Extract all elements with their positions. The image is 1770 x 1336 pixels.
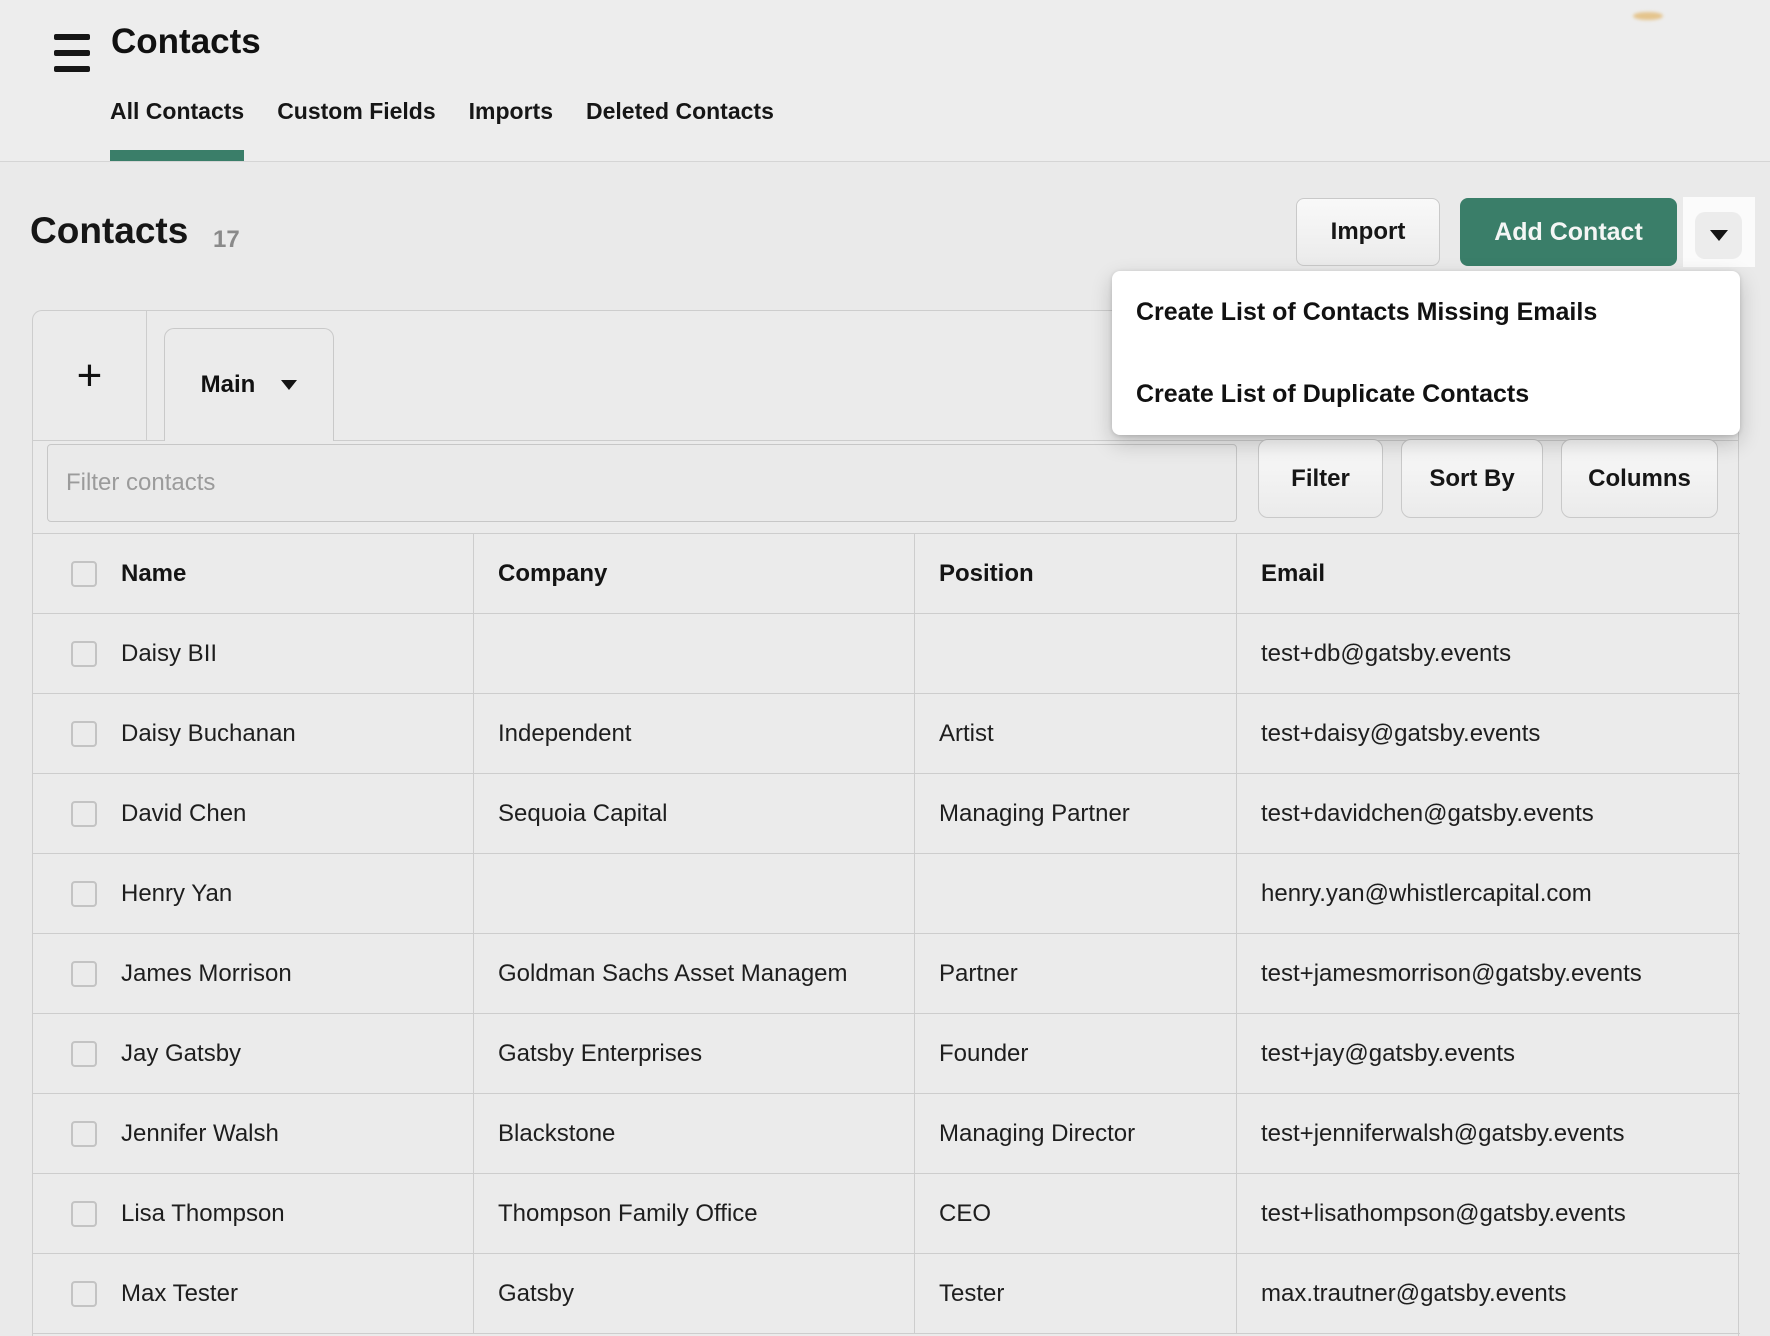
row-checkbox[interactable] (71, 721, 97, 747)
contacts-table: Name Company Position Email Daisy BII tes… (33, 533, 1740, 1334)
contact-count-badge: 17 (213, 226, 240, 254)
row-checkbox[interactable] (71, 1281, 97, 1307)
columns-button[interactable]: Columns (1561, 439, 1718, 518)
contact-name: David Chen (121, 800, 246, 828)
contact-position: Managing Director (939, 1120, 1135, 1148)
contact-email: test+db@gatsby.events (1261, 640, 1511, 668)
filter-button[interactable]: Filter (1258, 439, 1383, 518)
decorative-smudge (1633, 12, 1663, 20)
add-contact-dropdown-menu: Create List of Contacts Missing Emails C… (1112, 271, 1740, 435)
contact-company: Sequoia Capital (498, 800, 667, 828)
contact-email: test+daisy@gatsby.events (1261, 720, 1540, 748)
plus-icon: + (77, 354, 103, 398)
contact-position: Artist (939, 720, 994, 748)
row-checkbox[interactable] (71, 961, 97, 987)
table-row[interactable]: David Chen Sequoia Capital Managing Partne… (33, 774, 1740, 854)
contact-company: Thompson Family Office (498, 1200, 758, 1228)
select-all-checkbox[interactable] (71, 561, 97, 587)
contact-name: Daisy Buchanan (121, 720, 296, 748)
contact-email: test+jay@gatsby.events (1261, 1040, 1515, 1068)
table-header-row: Name Company Position Email (33, 534, 1740, 614)
row-checkbox[interactable] (71, 1041, 97, 1067)
topbar-tabs: All Contacts Custom Fields Imports Delet… (110, 0, 774, 161)
table-row[interactable]: Jay Gatsby Gatsby Enterprises Founder test+… (33, 1014, 1740, 1094)
contact-company: Blackstone (498, 1120, 615, 1148)
table-row[interactable]: Henry Yan henry.yan@whistlercapital.com (33, 854, 1740, 934)
column-header-position: Position (939, 560, 1034, 588)
add-list-tab-button[interactable]: + (33, 311, 147, 440)
add-contact-dropdown-button[interactable] (1695, 212, 1742, 259)
row-checkbox[interactable] (71, 801, 97, 827)
contact-name: Lisa Thompson (121, 1200, 285, 1228)
chevron-down-icon (1710, 230, 1728, 241)
contact-company: Goldman Sachs Asset Managem (498, 960, 848, 988)
table-body: Daisy BII test+db@gatsby.events Daisy Buch… (33, 614, 1740, 1334)
add-contact-button[interactable]: Add Contact (1460, 198, 1677, 266)
contact-email: test+davidchen@gatsby.events (1261, 800, 1594, 828)
contact-company: Independent (498, 720, 631, 748)
contact-email: test+jenniferwalsh@gatsby.events (1261, 1120, 1624, 1148)
table-row[interactable]: Daisy Buchanan Independent Artist test+dais… (33, 694, 1740, 774)
contact-name: Daisy BII (121, 640, 217, 668)
contact-position: Partner (939, 960, 1018, 988)
contact-email: test+lisathompson@gatsby.events (1261, 1200, 1626, 1228)
add-contact-split-anchor (1683, 197, 1755, 267)
contact-position: Tester (939, 1280, 1004, 1308)
contact-name: Jay Gatsby (121, 1040, 241, 1068)
table-row[interactable]: Max Tester Gatsby Tester max.trautner@gatsb… (33, 1254, 1740, 1334)
tab-all-contacts[interactable]: All Contacts (110, 98, 244, 161)
list-tab-main[interactable]: Main (164, 328, 334, 441)
contacts-page: Contacts All Contacts Custom Fields Impo… (0, 0, 1770, 1336)
page-title: Contacts (30, 210, 188, 252)
contact-position: Managing Partner (939, 800, 1130, 828)
table-row[interactable]: Jennifer Walsh Blackstone Managing Directo… (33, 1094, 1740, 1174)
column-header-company: Company (498, 560, 607, 588)
contact-name: James Morrison (121, 960, 292, 988)
contact-email: test+jamesmorrison@gatsby.events (1261, 960, 1642, 988)
table-toolbar: Filter Sort By Columns (33, 441, 1738, 533)
sort-by-button[interactable]: Sort By (1401, 439, 1543, 518)
row-checkbox[interactable] (71, 881, 97, 907)
tab-custom-fields[interactable]: Custom Fields (277, 98, 435, 161)
table-row[interactable]: James Morrison Goldman Sachs Asset Manage… (33, 934, 1740, 1014)
filter-contacts-input[interactable] (47, 444, 1237, 522)
table-row[interactable]: Lisa Thompson Thompson Family Office CEO te… (33, 1174, 1740, 1254)
list-tab-label: Main (201, 371, 256, 399)
row-checkbox[interactable] (71, 1121, 97, 1147)
contacts-panel: + Main Filter Sort By Columns Name Compa… (32, 310, 1739, 1336)
contact-email: henry.yan@whistlercapital.com (1261, 880, 1592, 908)
column-header-name: Name (121, 560, 186, 588)
menu-item-create-list-duplicate-contacts[interactable]: Create List of Duplicate Contacts (1112, 353, 1740, 435)
import-button[interactable]: Import (1296, 198, 1440, 266)
contact-name: Jennifer Walsh (121, 1120, 279, 1148)
menu-item-create-list-missing-emails[interactable]: Create List of Contacts Missing Emails (1112, 271, 1740, 353)
contact-email: max.trautner@gatsby.events (1261, 1280, 1566, 1308)
chevron-down-icon (281, 380, 297, 390)
topbar: Contacts All Contacts Custom Fields Impo… (0, 0, 1770, 162)
tab-imports[interactable]: Imports (469, 98, 553, 161)
tab-deleted-contacts[interactable]: Deleted Contacts (586, 98, 774, 161)
row-checkbox[interactable] (71, 1201, 97, 1227)
row-checkbox[interactable] (71, 641, 97, 667)
hamburger-menu-icon[interactable] (54, 34, 90, 72)
contact-position: CEO (939, 1200, 991, 1228)
contact-name: Henry Yan (121, 880, 232, 908)
contact-name: Max Tester (121, 1280, 238, 1308)
contact-position: Founder (939, 1040, 1028, 1068)
column-header-email: Email (1261, 560, 1325, 588)
contact-company: Gatsby (498, 1280, 574, 1308)
table-row[interactable]: Daisy BII test+db@gatsby.events (33, 614, 1740, 694)
contact-company: Gatsby Enterprises (498, 1040, 702, 1068)
